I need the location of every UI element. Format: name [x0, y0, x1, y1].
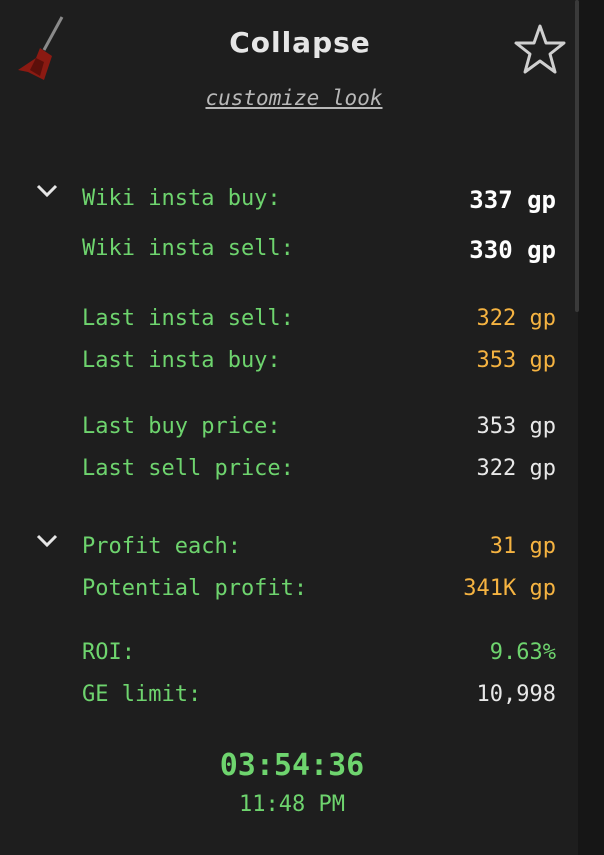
- last-insta-buy-value: 353 gp: [476, 348, 556, 373]
- profit-each-label: Profit each:: [82, 534, 241, 559]
- last-sell-price-label: Last sell price:: [82, 456, 294, 481]
- chevron-down-icon[interactable]: [36, 534, 58, 548]
- last-buy-price-label: Last buy price:: [82, 414, 281, 439]
- flip-panel: Collapse customize look Wiki insta buy: …: [0, 0, 578, 855]
- roi-value: 9.63%: [489, 640, 556, 665]
- last-insta-sell-row: Last insta sell: 322 gp: [82, 306, 556, 338]
- last-insta-sell-label: Last insta sell:: [82, 306, 294, 331]
- clock-time: 11:48 PM: [239, 792, 345, 817]
- potential-profit-label: Potential profit:: [82, 576, 308, 601]
- profit-each-value: 31 gp: [489, 534, 556, 559]
- roi-row: ROI: 9.63%: [82, 640, 556, 672]
- roi-label: ROI:: [82, 640, 135, 665]
- wiki-insta-sell-row: Wiki insta sell: 330 gp: [82, 236, 556, 268]
- scrollbar-thumb[interactable]: [575, 0, 579, 312]
- wiki-insta-sell-value: 330 gp: [469, 236, 556, 264]
- wiki-insta-buy-row: Wiki insta buy: 337 gp: [82, 186, 556, 218]
- potential-profit-row: Potential profit: 341K gp: [82, 576, 556, 608]
- star-icon[interactable]: [512, 22, 568, 78]
- wiki-insta-buy-label: Wiki insta buy:: [82, 186, 281, 211]
- last-insta-buy-label: Last insta buy:: [82, 348, 281, 373]
- ge-limit-row: GE limit: 10,998: [82, 682, 556, 714]
- potential-profit-value: 341K gp: [463, 576, 556, 601]
- last-buy-price-value: 353 gp: [476, 414, 556, 439]
- dart-item-icon: [18, 16, 64, 80]
- last-insta-buy-row: Last insta buy: 353 gp: [82, 348, 556, 380]
- profit-each-row: Profit each: 31 gp: [82, 534, 556, 566]
- customize-look-link[interactable]: customize look: [180, 86, 408, 110]
- wiki-insta-buy-value: 337 gp: [469, 186, 556, 214]
- collapse-button[interactable]: Collapse: [180, 26, 420, 59]
- ge-limit-label: GE limit:: [82, 682, 202, 707]
- last-sell-price-row: Last sell price: 322 gp: [82, 456, 556, 488]
- wiki-insta-sell-label: Wiki insta sell:: [82, 236, 294, 261]
- scrollbar-track[interactable]: [578, 0, 604, 855]
- last-sell-price-value: 322 gp: [476, 456, 556, 481]
- ge-limit-value: 10,998: [476, 682, 556, 707]
- timer: 03:54:36: [219, 748, 365, 783]
- chevron-down-icon[interactable]: [36, 184, 58, 198]
- last-buy-price-row: Last buy price: 353 gp: [82, 414, 556, 446]
- last-insta-sell-value: 322 gp: [476, 306, 556, 331]
